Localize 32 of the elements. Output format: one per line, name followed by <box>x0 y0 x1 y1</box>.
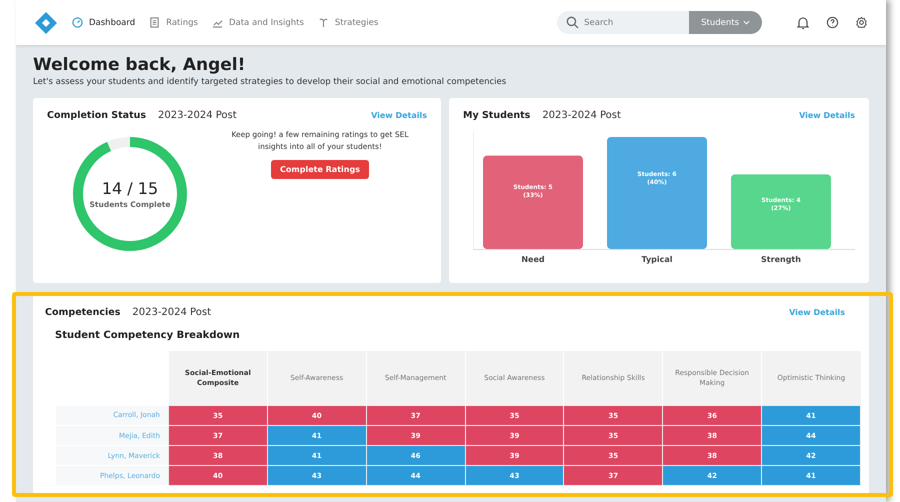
welcome-subtitle: Let's assess your students and identify targeted strategies to develop their social and emotional competencies <box>33 77 508 87</box>
card-title: Completion Status <box>47 110 146 121</box>
view-details-link[interactable]: View Details <box>789 308 845 317</box>
card-period: 2023-2024 Post <box>542 110 621 121</box>
help-icon[interactable] <box>826 16 839 29</box>
completion-count: 14 / 15 <box>102 179 158 198</box>
card-period: 2023-2024 Post <box>132 307 211 318</box>
bell-icon[interactable] <box>796 16 810 30</box>
search-icon <box>566 16 580 29</box>
settings-icon[interactable] <box>855 16 868 29</box>
axis-label: Typical <box>641 255 673 264</box>
scope-dropdown[interactable]: Students <box>689 11 762 34</box>
logo-icon <box>34 10 58 34</box>
card-title: Competencies <box>45 307 120 318</box>
welcome-title: Welcome back, Angel! <box>33 55 246 75</box>
sprout-icon <box>318 17 329 28</box>
axis-label: Need <box>521 255 545 264</box>
section-title: Student Competency Breakdown <box>55 330 241 341</box>
axis-label: Strength <box>761 255 801 264</box>
view-details-link[interactable]: View Details <box>371 111 427 120</box>
nav-link[interactable]: Data and Insights <box>212 17 304 28</box>
complete-ratings-button[interactable]: Complete Ratings <box>271 160 369 180</box>
view-details-link[interactable]: View Details <box>799 111 855 120</box>
document-icon <box>149 17 160 28</box>
card-title: My Students <box>463 110 530 121</box>
card-period: 2023-2024 Post <box>158 110 237 121</box>
caret-icon <box>743 20 750 25</box>
nav-link[interactable]: Strategies <box>318 17 378 28</box>
search-field[interactable]: Search <box>557 11 690 34</box>
gauge-icon <box>72 17 83 28</box>
nav-link[interactable]: Dashboard <box>72 17 136 28</box>
nav-link[interactable]: Ratings <box>149 17 198 28</box>
